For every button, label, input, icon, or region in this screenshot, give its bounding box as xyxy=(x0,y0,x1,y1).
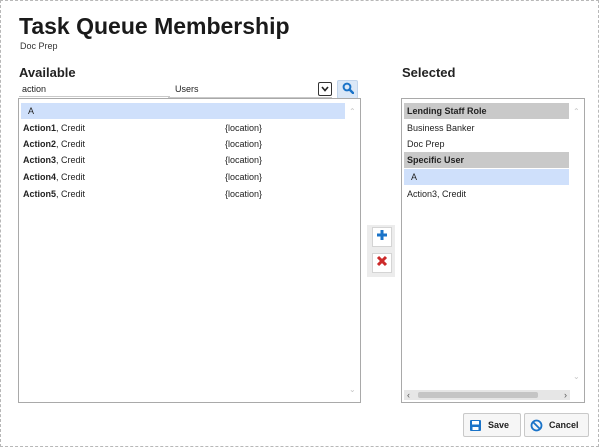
available-list[interactable]: A Action1, Credit {location} Action2, Cr… xyxy=(18,98,361,403)
x-icon xyxy=(376,254,388,272)
list-item[interactable]: A xyxy=(21,103,345,119)
list-item[interactable]: Business Banker xyxy=(404,120,569,136)
scroll-down-icon[interactable]: ⌄ xyxy=(573,373,580,381)
selected-vertical-scrollbar[interactable]: ⌃ ⌄ xyxy=(571,100,583,388)
scroll-right-icon[interactable]: › xyxy=(564,390,567,400)
move-buttons-panel xyxy=(367,225,395,277)
page-title: Task Queue Membership xyxy=(19,13,290,39)
list-item[interactable]: Action2, Credit {location} xyxy=(21,136,345,152)
selected-list[interactable]: Lending Staff Role Business Banker Doc P… xyxy=(401,98,585,403)
item-location: {location} xyxy=(225,139,263,149)
no-entry-icon xyxy=(530,419,543,432)
item-name: Action3, Credit xyxy=(23,155,86,165)
selected-label: Selected xyxy=(402,65,456,80)
item-name: A xyxy=(28,106,35,116)
group-header: Specific User xyxy=(404,152,569,168)
search-input[interactable] xyxy=(19,82,170,97)
list-item[interactable]: A xyxy=(404,169,569,185)
search-icon xyxy=(342,81,354,99)
chevron-down-icon[interactable] xyxy=(318,82,332,96)
save-label: Save xyxy=(488,420,510,430)
scroll-thumb[interactable] xyxy=(418,392,538,398)
available-vertical-scrollbar[interactable]: ⌃ ⌄ xyxy=(347,100,359,401)
item-name: Action4, Credit xyxy=(23,172,86,182)
item-location: {location} xyxy=(225,172,263,182)
item-location: {location} xyxy=(225,189,263,199)
scroll-up-icon[interactable]: ⌃ xyxy=(573,108,580,116)
selected-horizontal-scrollbar[interactable]: ‹ › xyxy=(404,390,570,400)
list-item[interactable]: Action3, Credit {location} xyxy=(21,152,345,168)
cancel-button[interactable]: Cancel xyxy=(524,413,589,437)
plus-icon xyxy=(376,228,388,246)
item-name: Action1, Credit xyxy=(23,123,86,133)
group-header: Lending Staff Role xyxy=(404,103,569,119)
scroll-up-icon[interactable]: ⌃ xyxy=(349,108,356,116)
user-type-select[interactable]: Users xyxy=(168,82,332,98)
search-button[interactable] xyxy=(337,80,358,99)
remove-button[interactable] xyxy=(372,253,392,273)
list-item[interactable]: Action5, Credit {location} xyxy=(21,186,345,202)
user-type-value: Users xyxy=(175,84,199,94)
page-subtitle: Doc Prep xyxy=(20,41,58,51)
list-item[interactable]: Action4, Credit {location} xyxy=(21,169,345,185)
add-button[interactable] xyxy=(372,227,392,247)
scroll-left-icon[interactable]: ‹ xyxy=(407,390,410,400)
item-name: Action5, Credit xyxy=(23,189,86,199)
scroll-down-icon[interactable]: ⌄ xyxy=(349,386,356,394)
dialog-frame: Task Queue Membership Doc Prep Available… xyxy=(0,0,599,447)
list-item[interactable]: Action1, Credit {location} xyxy=(21,120,345,136)
list-item[interactable]: Action3, Credit xyxy=(404,186,569,202)
available-label: Available xyxy=(19,65,76,80)
item-location: {location} xyxy=(225,155,263,165)
save-button[interactable]: Save xyxy=(463,413,521,437)
floppy-disk-icon xyxy=(469,419,482,432)
cancel-label: Cancel xyxy=(549,420,579,430)
list-item[interactable]: Doc Prep xyxy=(404,136,569,152)
item-name: Action2, Credit xyxy=(23,139,86,149)
item-location: {location} xyxy=(225,123,263,133)
